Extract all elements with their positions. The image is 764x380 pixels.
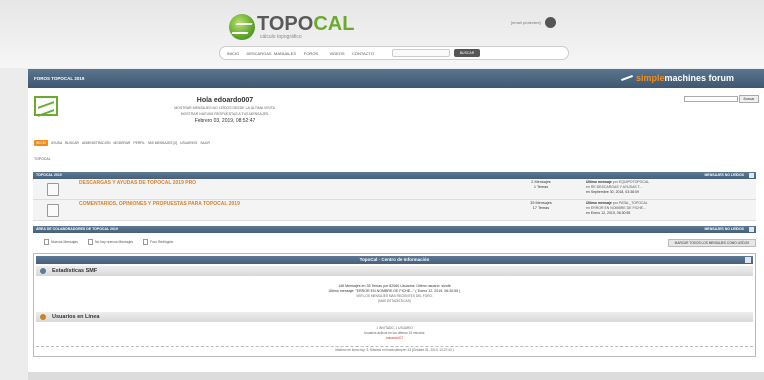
- legend-no-new: No hay nuevos Mensajes: [87, 239, 133, 245]
- site-search-input[interactable]: [392, 49, 450, 57]
- divider: [36, 346, 753, 347]
- footer-strip: [28, 372, 764, 380]
- legend-redirect: Foro Redirigido: [143, 239, 173, 245]
- board-stats: 2 Mensajes 1 Temas: [531, 180, 551, 189]
- stats-text: 146 Mensajes en 35 Temas por 82060 Usuar…: [36, 284, 753, 304]
- current-date: Febrero 03, 2019, 08:52:47: [194, 118, 256, 124]
- forum-logo-icon: [34, 96, 58, 116]
- mark-all-read-button[interactable]: MARCAR TODOS LOS MENSAJES COMO LEÍDOS: [668, 239, 756, 247]
- nav-inicio[interactable]: INICIO: [220, 51, 246, 56]
- menu-mis-mensajes[interactable]: MIS MENSAJES [0]: [148, 141, 177, 145]
- board-last-post: Último mensaje por EQUIPOTOPOCAL en RE:D…: [586, 180, 746, 195]
- nav-foros[interactable]: FOROS: [298, 51, 324, 56]
- user-greeting: Hola edoardo007 MOSTRAR MENSAJES NO LEÍD…: [130, 97, 320, 124]
- board-name[interactable]: COMENTARIOS, OPINIONES Y PROPUESTAS PARA…: [79, 201, 240, 207]
- redirect-board-icon: [143, 239, 149, 245]
- new-replies-link[interactable]: MOSTRAR NUEVAS RESPUESTAS A TUS MENSAJES…: [130, 112, 320, 116]
- nav-videos[interactable]: VIDEOS: [324, 51, 350, 56]
- category-title: ÁREA DE COLABORADORES DE TOPOCAL 2019: [36, 227, 118, 231]
- menu-inicio[interactable]: INICIO: [34, 140, 49, 146]
- more-stats-link[interactable]: [MÁS ESTADÍSTICAS]: [36, 299, 753, 304]
- online-text: 1 INVITADO, 1 USUARIO Usuarios activos e…: [36, 326, 753, 341]
- stats-icon: [40, 268, 46, 274]
- board-icon: [47, 204, 59, 217]
- users-online-icon: [40, 314, 46, 320]
- board-icon: [47, 183, 59, 196]
- info-center: TopoCal - Centro de Información Estadíst…: [33, 253, 756, 357]
- board-stats: 39 Mensajes 17 Temas: [530, 201, 552, 210]
- main-navigation: INICIO DESCARGAS MANUALES FOROS VIDEOS C…: [219, 46, 569, 60]
- user-account[interactable]: [email protected]: [511, 17, 556, 28]
- category-title: TOPOCAL 2019: [36, 173, 62, 177]
- board-name[interactable]: DESCARGAS Y AYUDAS DE TOPOCAL 2019 PRO: [79, 180, 196, 186]
- user-avatar-icon[interactable]: [544, 17, 556, 28]
- topocal-logo-icon: [229, 14, 255, 40]
- forum-search-input[interactable]: [684, 96, 738, 102]
- stats-section-header: Estadísticas SMF: [36, 266, 753, 276]
- logo-title: TOPOCAL: [257, 13, 355, 35]
- menu-moderar[interactable]: MODERAR: [114, 141, 131, 145]
- greeting-text: Hola edoardo007: [196, 97, 254, 104]
- nav-manuales[interactable]: MANUALES: [272, 51, 298, 56]
- no-new-posts-icon: [87, 239, 93, 245]
- menu-ayuda[interactable]: AYUDA: [51, 141, 62, 145]
- breadcrumb[interactable]: TOPOCAL: [34, 157, 51, 161]
- category-bar-colaboradores[interactable]: ÁREA DE COLABORADORES DE TOPOCAL 2019 ME…: [33, 226, 756, 233]
- unread-link[interactable]: MENSAJES NO LEÍDOS: [705, 172, 744, 179]
- user-email: [email protected]: [511, 20, 541, 25]
- board-last-post: Último mensaje por PATAL_TOPOCAL en ERRO…: [586, 201, 746, 216]
- forum-menu: INICIO AYUDA BUSCAR ADMINISTRACIÓN MODER…: [34, 140, 210, 146]
- smf-logo[interactable]: simple machines forum: [620, 73, 734, 83]
- forum-search-button[interactable]: Buscar: [739, 95, 759, 103]
- topocal-logo[interactable]: TOPOCAL cálculo topográfico: [229, 14, 354, 40]
- board-row: DESCARGAS Y AYUDAS DE TOPOCAL 2019 PRO 2…: [33, 179, 756, 200]
- nav-contacto[interactable]: CONTACTO: [350, 51, 376, 56]
- new-posts-icon: [44, 239, 49, 245]
- info-center-header: TopoCal - Centro de Información: [36, 256, 753, 264]
- unread-since-link[interactable]: MOSTRAR MENSAJES NO LEÍDOS DESDE LA ÚLTI…: [130, 106, 320, 110]
- menu-usuarios[interactable]: USUARIOS: [180, 141, 197, 145]
- menu-buscar[interactable]: BUSCAR: [65, 141, 79, 145]
- legend-new: Nuevos Mensajes: [44, 239, 78, 245]
- collapse-icon[interactable]: [749, 173, 754, 178]
- forum-header-title: FOROS TOPOCAL 2019: [34, 76, 85, 81]
- menu-administracion[interactable]: ADMINISTRACIÓN: [82, 141, 111, 145]
- forum-header: FOROS TOPOCAL 2019 simple machines forum: [28, 69, 764, 88]
- category-bar-topocal[interactable]: TOPOCAL 2019 MENSAJES NO LEÍDOS: [33, 172, 756, 179]
- collapse-icon[interactable]: [745, 257, 751, 263]
- nav-descargas[interactable]: DESCARGAS: [246, 51, 272, 56]
- site-search-button[interactable]: BUSCAR: [454, 49, 480, 57]
- menu-perfil[interactable]: PERFIL: [133, 141, 145, 145]
- menu-salir[interactable]: SALIR: [200, 141, 210, 145]
- online-section-header: Usuarios en Línea: [36, 312, 753, 322]
- expand-icon[interactable]: [749, 227, 754, 232]
- online-user-link[interactable]: edoardo007: [36, 336, 753, 341]
- online-max: Máximo en línea hoy: 3. Máximo en línea …: [335, 348, 454, 352]
- unread-link[interactable]: MENSAJES NO LEÍDOS: [705, 226, 744, 233]
- smf-swoosh-icon: [620, 75, 633, 81]
- board-row: COMENTARIOS, OPINIONES Y PROPUESTAS PARA…: [33, 200, 756, 221]
- board-legend: Nuevos Mensajes No hay nuevos Mensajes F…: [44, 239, 173, 245]
